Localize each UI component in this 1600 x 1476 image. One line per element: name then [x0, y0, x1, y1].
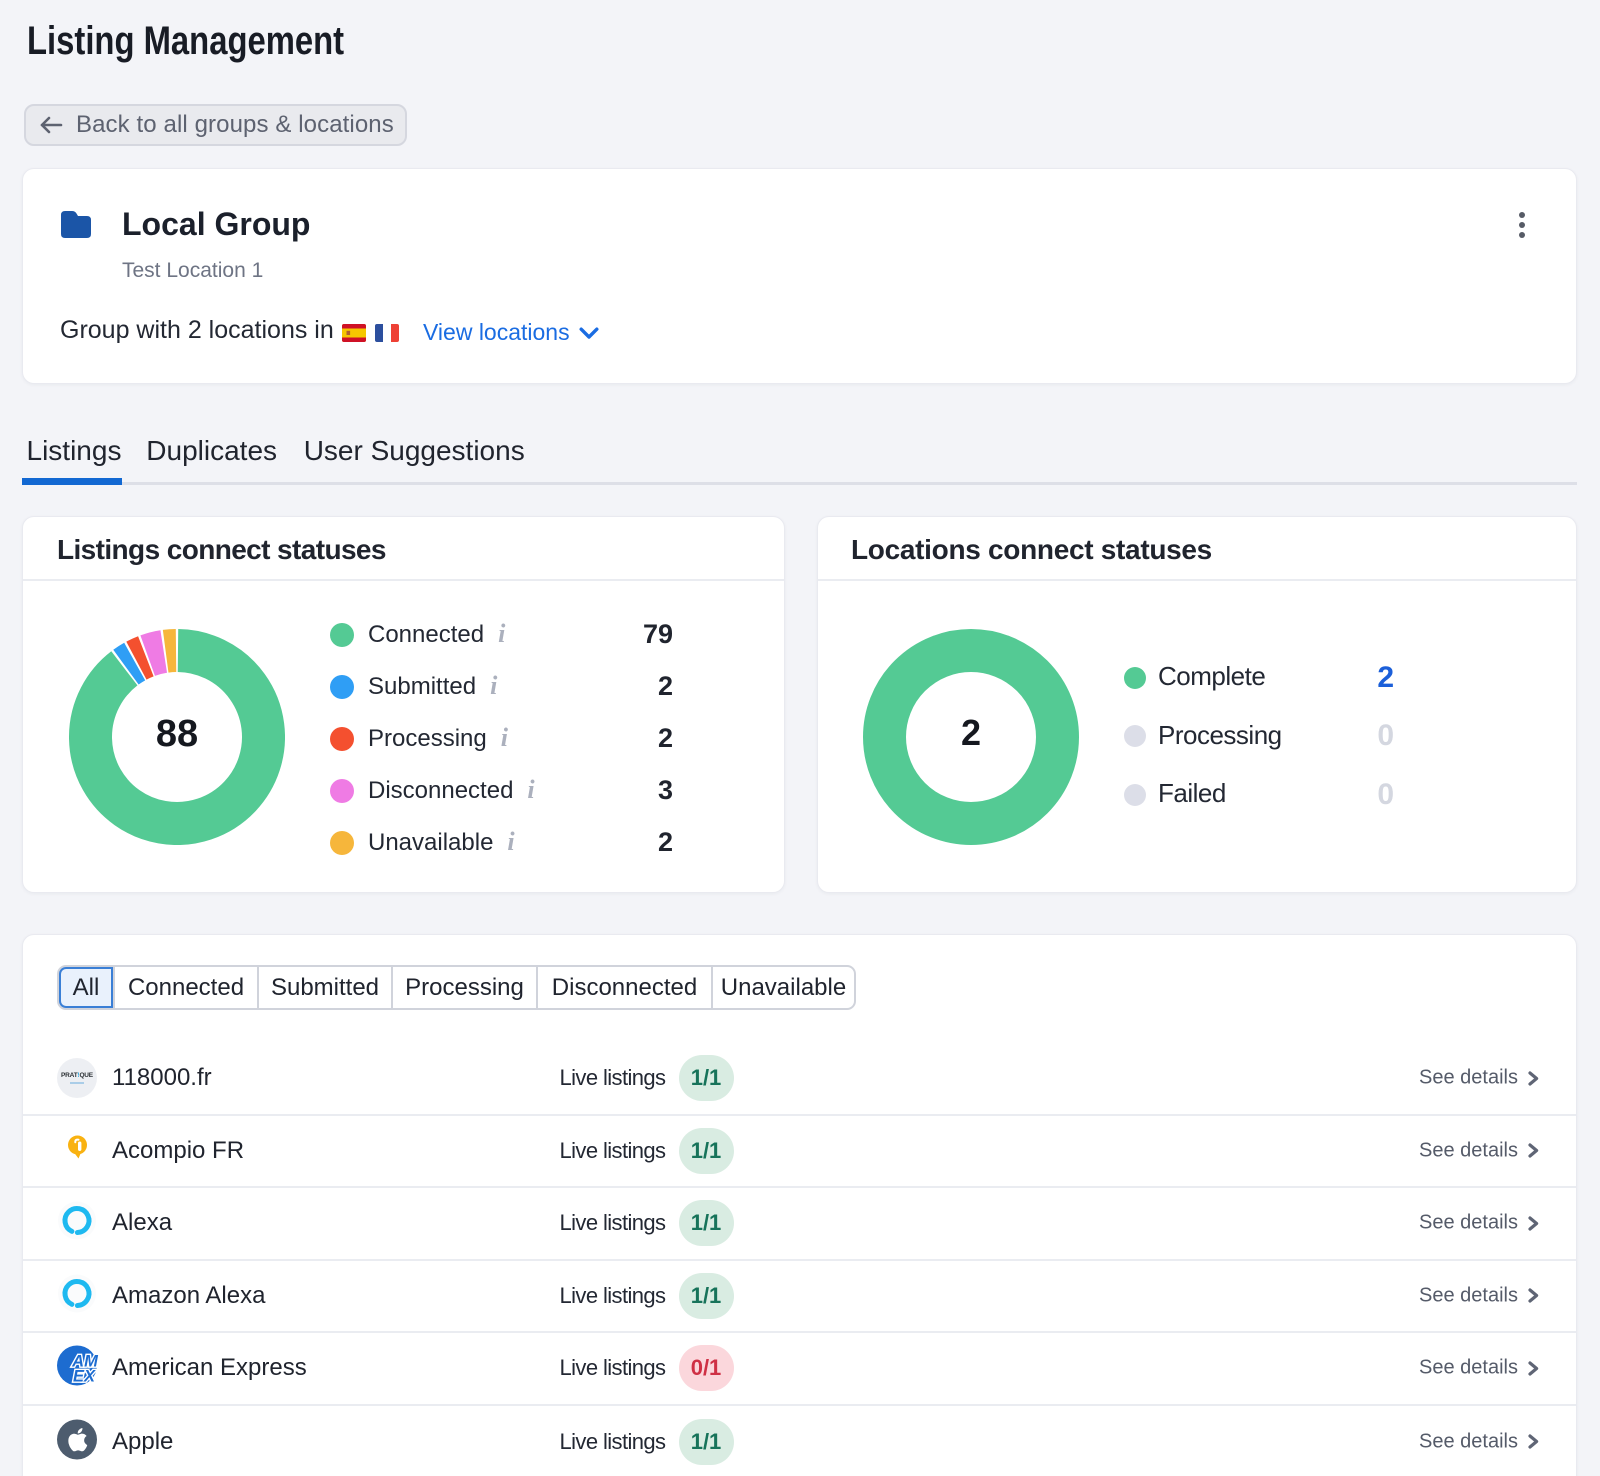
- svg-text:EX: EX: [73, 1368, 96, 1386]
